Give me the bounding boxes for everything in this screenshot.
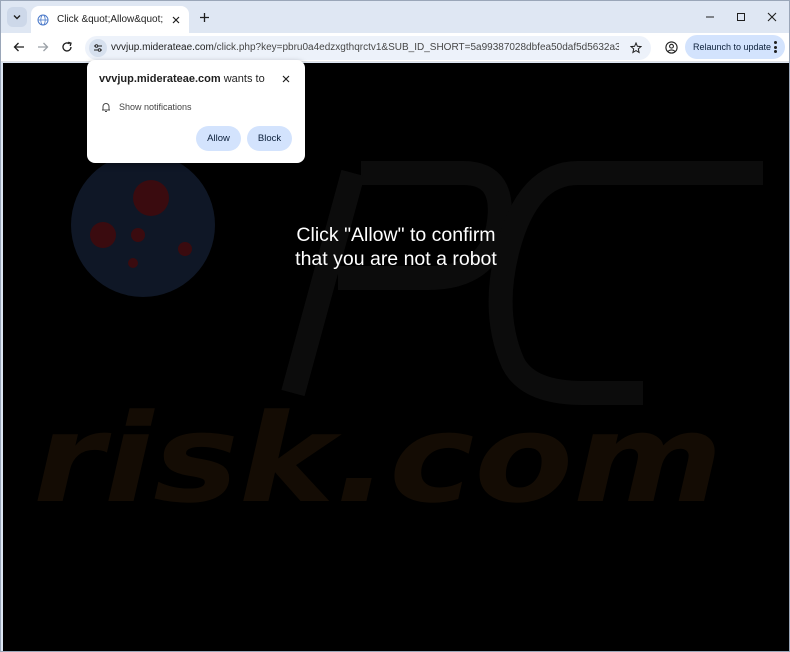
account-circle-icon <box>664 40 678 54</box>
close-window-button[interactable] <box>761 7 783 27</box>
tab-strip: Click &quot;Allow&quot; <box>1 1 789 33</box>
browser-toolbar: vvvjup.miderateae.com/click.php?key=pbru… <box>1 33 789 62</box>
tab-close-button[interactable] <box>169 13 183 27</box>
prompt-site: vvvjup.miderateae.com <box>99 73 221 85</box>
url-host: vvvjup.miderateae.com <box>111 42 214 53</box>
bookmark-button[interactable] <box>627 39 645 57</box>
headline-line-2: that you are not a robot <box>295 248 497 270</box>
block-button[interactable]: Block <box>247 126 292 151</box>
relaunch-label: Relaunch to update <box>693 42 772 52</box>
close-icon <box>282 75 290 83</box>
prompt-close-button[interactable] <box>279 72 293 86</box>
plus-icon <box>199 12 209 22</box>
allow-button[interactable]: Allow <box>196 126 241 151</box>
address-bar[interactable]: vvvjup.miderateae.com/click.php?key=pbru… <box>85 36 651 60</box>
bell-icon <box>102 103 110 112</box>
prompt-wants-to: wants to <box>220 73 265 85</box>
more-vert-icon <box>773 41 777 53</box>
arrow-right-icon <box>38 42 49 52</box>
permission-label: Show notifications <box>119 102 192 112</box>
minimize-icon <box>706 16 714 18</box>
tune-icon <box>94 44 102 52</box>
close-icon <box>767 12 777 22</box>
tab-title: Click &quot;Allow&quot; <box>57 14 164 25</box>
headline-line-1: Click "Allow" to confirm <box>296 224 496 246</box>
close-icon <box>172 16 180 23</box>
relaunch-to-update-button[interactable]: Relaunch to update <box>685 35 785 59</box>
site-info-button[interactable] <box>89 39 107 57</box>
tab-search-button[interactable] <box>7 7 27 27</box>
tab-active[interactable]: Click &quot;Allow&quot; <box>31 6 189 33</box>
chevron-down-icon <box>13 15 21 20</box>
profile-button[interactable] <box>661 37 681 57</box>
maximize-icon <box>737 13 745 21</box>
back-button[interactable] <box>9 37 29 57</box>
new-tab-button[interactable] <box>195 8 213 26</box>
arrow-left-icon <box>13 42 24 52</box>
url-path: /click.php?key=pbru0a4edzxgthqrctv1&SUB_… <box>213 42 619 53</box>
minimize-button[interactable] <box>699 7 721 27</box>
watermark-text: risk.com <box>33 388 723 530</box>
reload-button[interactable] <box>57 37 77 57</box>
page-headline: Click "Allow" to confirm that you are no… <box>196 223 596 271</box>
forward-button[interactable] <box>33 37 53 57</box>
browser-window: Click &quot;Allow&quot; vvvjup.mideratea… <box>0 0 790 652</box>
maximize-button[interactable] <box>730 7 752 27</box>
prompt-title: vvvjup.miderateae.com wants to <box>99 73 265 85</box>
reload-icon <box>62 41 72 52</box>
notification-permission-prompt: vvvjup.miderateae.com wants to Show noti… <box>87 60 305 163</box>
url-text[interactable]: vvvjup.miderateae.com/click.php?key=pbru… <box>111 42 619 53</box>
star-icon <box>630 42 642 54</box>
watermark-magnifier-icon <box>71 153 215 297</box>
globe-icon <box>37 14 49 25</box>
